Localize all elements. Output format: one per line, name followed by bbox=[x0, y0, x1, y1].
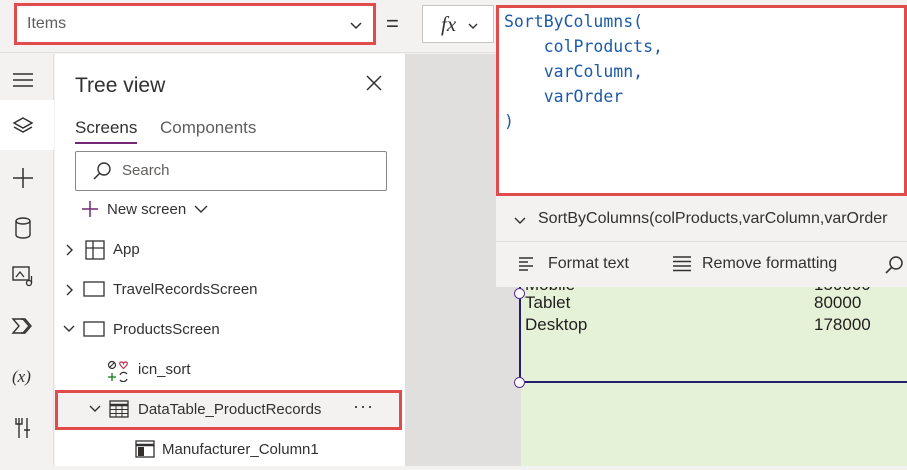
chevron-down-icon bbox=[63, 325, 75, 332]
tree-node-manufacturer-column1[interactable]: Manufacturer_Column1 bbox=[55, 430, 406, 470]
chevron-right-icon bbox=[66, 284, 73, 296]
property-value: Items bbox=[27, 15, 67, 32]
chevron-right-icon bbox=[66, 244, 73, 256]
chevron-down-icon bbox=[350, 22, 362, 30]
resize-handle[interactable] bbox=[514, 377, 525, 388]
screen-icon bbox=[83, 281, 105, 297]
new-screen-button[interactable]: New screen bbox=[81, 200, 208, 218]
tab-screens[interactable]: Screens bbox=[75, 118, 138, 144]
search-icon[interactable] bbox=[884, 255, 904, 275]
chevron-down-icon bbox=[468, 23, 478, 29]
formula-result-text: SortByColumns(colProducts,varColumn,varO… bbox=[538, 210, 888, 227]
hamburger-menu-icon[interactable] bbox=[11, 68, 35, 92]
tools-icon[interactable] bbox=[11, 416, 35, 440]
property-dropdown[interactable]: Items bbox=[14, 3, 376, 45]
resize-handle[interactable] bbox=[514, 288, 525, 299]
remove-formatting-label: Remove formatting bbox=[702, 255, 838, 272]
fx-button[interactable]: fx bbox=[422, 5, 494, 43]
close-icon[interactable] bbox=[365, 74, 383, 92]
data-table-icon bbox=[109, 400, 129, 418]
tree-node-label: App bbox=[113, 241, 140, 258]
formula-result-strip[interactable]: SortByColumns(colProducts,varColumn,varO… bbox=[496, 198, 907, 242]
chevron-down-icon bbox=[194, 205, 208, 213]
tree-view-panel: Tree view Screens Components Search New … bbox=[55, 54, 406, 466]
tree-node-label: ProductsScreen bbox=[113, 321, 220, 338]
database-icon[interactable] bbox=[11, 216, 35, 240]
tree-node-products-screen[interactable]: ProductsScreen bbox=[55, 310, 406, 350]
layers-icon[interactable] bbox=[11, 114, 35, 138]
icon-control-icon bbox=[107, 360, 128, 382]
svg-text:(x): (x) bbox=[12, 367, 31, 386]
search-icon bbox=[93, 162, 111, 180]
format-toolbar: Format text Remove formatting bbox=[496, 243, 907, 287]
tree-node-datatable-product-records[interactable]: DataTable_ProductRecords ··· bbox=[55, 390, 402, 430]
format-text-label: Format text bbox=[548, 255, 629, 272]
tree-node-label: DataTable_ProductRecords bbox=[138, 401, 322, 418]
variables-icon[interactable]: (x) bbox=[11, 364, 35, 388]
tree-node-label: Manufacturer_Column1 bbox=[162, 441, 319, 458]
left-rail: (x) bbox=[0, 54, 54, 466]
tree-node-app[interactable]: App bbox=[55, 230, 406, 270]
remove-formatting-icon bbox=[673, 256, 691, 272]
add-icon[interactable] bbox=[11, 166, 35, 190]
media-icon[interactable] bbox=[11, 264, 35, 288]
data-table-selection[interactable] bbox=[519, 287, 907, 383]
tab-components[interactable]: Components bbox=[160, 118, 256, 138]
canvas-margin bbox=[406, 287, 521, 466]
chevron-down-icon bbox=[89, 405, 101, 412]
canvas-margin bbox=[406, 54, 496, 287]
tree-node-label: icn_sort bbox=[138, 361, 191, 378]
fx-icon: fx bbox=[441, 12, 457, 36]
formula-editor[interactable]: SortByColumns( colProducts, varColumn, v… bbox=[496, 5, 907, 196]
chevron-down-icon bbox=[514, 217, 526, 224]
tree-node-label: TravelRecordsScreen bbox=[113, 281, 258, 298]
data-column-icon bbox=[135, 440, 155, 458]
tree-view-title: Tree view bbox=[75, 74, 166, 97]
search-input[interactable]: Search bbox=[75, 151, 387, 191]
equals-sign: = bbox=[386, 11, 399, 36]
remove-formatting-button[interactable]: Remove formatting bbox=[672, 255, 837, 273]
tree-node-icn-sort[interactable]: icn_sort bbox=[55, 350, 406, 390]
more-options-icon[interactable]: ··· bbox=[353, 396, 374, 417]
screen-icon bbox=[83, 321, 105, 337]
format-text-icon bbox=[519, 257, 533, 271]
power-automate-icon[interactable] bbox=[11, 314, 35, 338]
add-icon bbox=[82, 201, 98, 217]
app-icon bbox=[85, 240, 105, 260]
format-text-button[interactable]: Format text bbox=[518, 255, 629, 273]
formula-text: SortByColumns( colProducts, varColumn, v… bbox=[504, 12, 663, 131]
new-screen-label: New screen bbox=[107, 200, 187, 218]
tree-node-travel-records-screen[interactable]: TravelRecordsScreen bbox=[55, 270, 406, 310]
search-placeholder: Search bbox=[122, 162, 170, 179]
